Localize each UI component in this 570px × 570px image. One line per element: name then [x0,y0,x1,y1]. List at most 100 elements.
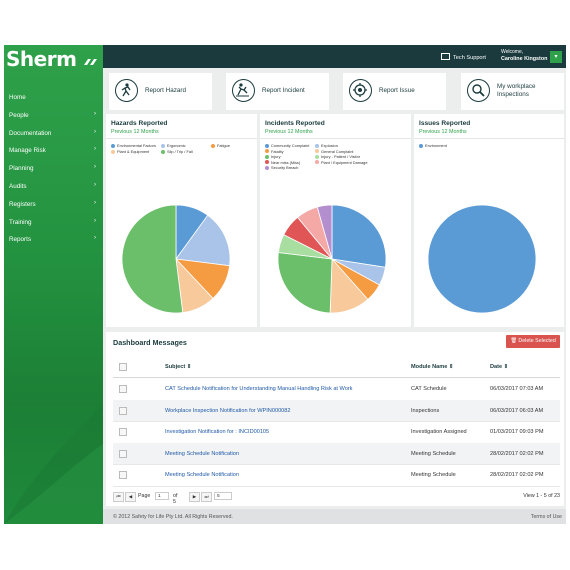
legend-swatch [315,160,319,165]
select-all-checkbox[interactable] [119,363,127,371]
sidebar-item-planning[interactable]: Planning › [4,160,103,178]
sidebar-item-reports[interactable]: Reports › [4,231,103,249]
legend-item[interactable]: Ergonomic [161,143,186,148]
message-subject-link[interactable]: Workplace Inspection Notification for WP… [165,408,291,414]
legend-swatch [265,160,269,165]
legend-swatch [161,149,165,154]
next-page-button[interactable]: ▶ [189,492,200,502]
welcome-block: Welcome, Caroline Kingston [501,49,547,63]
sidebar-item-home[interactable]: Home [4,89,103,107]
page-number-input[interactable]: 1 [155,492,169,500]
legend-item[interactable]: Injury - Patient / Visitor [315,154,360,159]
chevron-right-icon: › [94,235,96,242]
legend-item[interactable]: Slip / Trip / Fall [161,149,193,154]
issue-icon [349,79,372,102]
tech-support-link[interactable]: Tech Support [441,53,486,61]
incidents-pie-chart [277,204,387,314]
legend-swatch [265,154,269,159]
sidebar-item-manage-risk[interactable]: Manage Risk › [4,142,103,160]
legend-item[interactable]: Community Complaint [265,143,309,148]
sidebar-item-audits[interactable]: Audits › [4,178,103,196]
legend-item[interactable]: Plant & Equipment [111,149,149,154]
table-row: CAT Schedule Notification for Understand… [113,378,560,401]
pie-slice-slip-trip-fall[interactable] [121,204,184,314]
message-subject-link[interactable]: Meeting Schedule Notification [165,472,239,478]
copyright-text: © 2012 Safety for Life Pty Ltd. All Righ… [113,514,233,520]
pie-slice-environment[interactable] [427,204,537,314]
page-size-select[interactable]: 5 [214,492,232,500]
report-incident-label: Report Incident [262,87,305,94]
legend-item[interactable]: Near miss (Miss) [265,160,300,165]
legend-swatch [111,149,115,154]
sidebar-item-label: Manage Risk [9,147,46,155]
prev-page-button[interactable]: ◀ [125,492,136,502]
user-menu-button[interactable]: ▾ [550,51,562,63]
legend-item[interactable]: Environmental Factors [111,143,156,148]
message-subject-link[interactable]: Investigation Notification for : INCID00… [165,429,269,435]
table-row: Workplace Inspection Notification for WP… [113,399,560,423]
sidebar-item-people[interactable]: People › [4,107,103,125]
legend-item[interactable]: General Complaint [315,149,353,154]
legend-swatch [265,149,269,154]
legend-item[interactable]: Fatality [265,149,284,154]
terms-of-use-link[interactable]: Terms of Use [531,514,562,520]
legend-item[interactable]: Injury [265,154,281,159]
message-subject-link[interactable]: CAT Schedule Notification for Understand… [165,386,352,392]
row-checkbox[interactable] [119,449,127,458]
pie-slice-injury[interactable] [277,252,333,314]
report-hazard-button[interactable]: Report Hazard [109,73,212,110]
sidebar-item-documentation[interactable]: Documentation › [4,125,103,143]
legend-item[interactable]: Environment [419,143,447,148]
message-date: 06/03/2017 07:03 AM [490,386,544,392]
sidebar-item-registers[interactable]: Registers › [4,196,103,214]
table-header-row: Subject ⇕ Module Name ⇕ Date ⇕ [113,356,560,378]
legend-item[interactable]: Fatigue [211,143,230,148]
footer: © 2012 Safety for Life Pty Ltd. All Righ… [103,509,566,524]
legend-item[interactable]: Security Breach [265,165,298,170]
message-module: Inspections [411,407,440,414]
incident-icon [232,79,255,102]
first-page-button[interactable]: ⏮ [113,492,124,502]
legend-label: General Complaint [321,148,354,154]
chart-subtitle: Previous 12 Months [265,129,313,135]
row-checkbox[interactable] [119,406,127,415]
logo[interactable]: Sherm [6,47,101,71]
last-page-button[interactable]: ⏭ [201,492,212,502]
message-subject-link[interactable]: Meeting Schedule Notification [165,451,239,457]
row-checkbox[interactable] [119,471,127,480]
inspection-icon [467,79,490,102]
pie-slice-community-complaint[interactable] [331,204,387,268]
report-issue-button[interactable]: Report Issue [343,73,446,110]
hazard-icon [115,79,138,102]
legend-swatch [265,143,269,148]
message-date: 01/03/2017 09:03 PM [490,429,544,436]
incidents-chart-panel: Incidents Reported Previous 12 Months Co… [260,114,411,327]
chart-title: Hazards Reported [111,120,168,127]
page-count: of 5 [173,493,178,505]
subject-column-header[interactable]: Subject ⇕ [165,364,191,370]
legend-swatch [315,154,319,159]
legend-label: Ergonomic [167,143,186,148]
legend-swatch [265,165,269,170]
row-checkbox[interactable] [119,428,127,437]
sidebar-item-label: Home [9,94,26,101]
module-column-header[interactable]: Module Name ⇕ [411,364,454,370]
hazards-chart-panel: Hazards Reported Previous 12 Months Envi… [106,114,257,327]
legend-item[interactable]: Plant / Equipment Damage [315,160,368,165]
app-window: Sherm Home People › Documentation › Manage… [4,45,566,524]
table-row: Meeting Schedule Notification Meeting Sc… [113,442,560,466]
workplace-inspections-button[interactable]: My workplace Inspections [461,73,564,110]
date-column-header[interactable]: Date ⇕ [490,364,508,370]
user-name: Caroline Kingston [501,56,548,62]
delete-selected-button[interactable]: 🗑 Delete Selected [506,335,560,348]
page-label: Page [138,493,151,499]
report-incident-button[interactable]: Report Incident [226,73,329,110]
legend-item[interactable]: Explosion [315,143,338,148]
row-checkbox[interactable] [119,385,127,393]
chevron-down-icon: ▾ [554,54,558,60]
legend-label: Security Breach [271,165,299,171]
legend-swatch [419,143,423,148]
message-module: Investigation Assigned [411,429,467,436]
panel-divider [106,138,257,139]
sidebar-item-training[interactable]: Training › [4,214,103,232]
